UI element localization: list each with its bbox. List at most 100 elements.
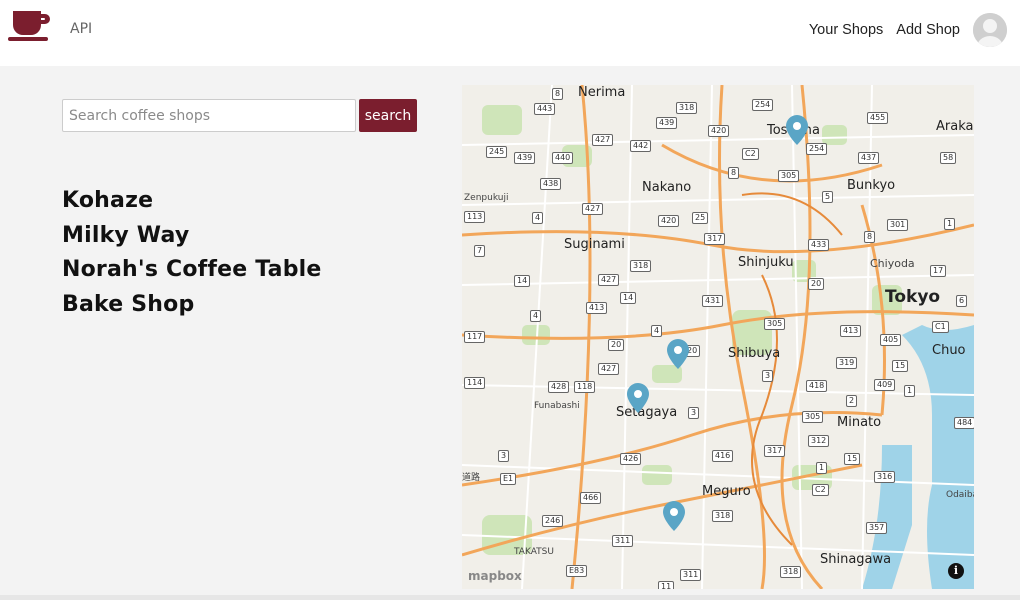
road-shield: 8 [728, 167, 740, 179]
map-label-shinagawa: Shinagawa [820, 552, 892, 567]
road-shield: 409 [874, 379, 896, 391]
shop-item-norahs-coffee-table[interactable]: Norah's Coffee Table [62, 253, 322, 288]
road-shield: 15 [892, 360, 909, 372]
road-shield: 426 [620, 453, 642, 465]
map-label-zenpukuji: Zenpukuji [464, 193, 509, 203]
road-shield: 439 [514, 152, 536, 164]
road-shield: 7 [474, 245, 486, 257]
road-shield: 427 [582, 203, 604, 215]
road-shield: E83 [566, 565, 588, 577]
road-shield: 418 [806, 380, 828, 392]
road-shield: 416 [712, 450, 734, 462]
map-pin-icon[interactable] [662, 501, 686, 533]
road-shield: 4 [651, 325, 663, 337]
avatar[interactable] [973, 13, 1007, 47]
road-shield: 420 [708, 125, 730, 137]
road-shield: 254 [752, 99, 774, 111]
search-button[interactable]: search [359, 99, 417, 132]
road-shield: 440 [552, 152, 574, 164]
map-label-odaiba: Odaiba [946, 490, 974, 500]
road-shield: 305 [802, 411, 824, 423]
map-pin-icon[interactable] [666, 339, 690, 371]
your-shops-link[interactable]: Your Shops [809, 22, 883, 38]
mapbox-logo[interactable]: mapbox [468, 569, 522, 583]
road-shield: 245 [486, 146, 508, 158]
map-label-nakano: Nakano [642, 180, 692, 195]
road-shield: 439 [656, 117, 678, 129]
top-navbar: API Your Shops Add Shop [0, 0, 1020, 66]
road-shield: 3 [498, 450, 510, 462]
road-shield: 433 [808, 239, 830, 251]
road-shield: E1 [500, 473, 517, 485]
map-label-road: 道路 [462, 473, 481, 483]
road-shield: 14 [514, 275, 531, 287]
road-shield: 319 [836, 357, 858, 369]
road-shield: 413 [840, 325, 862, 337]
map-label-shibuya: Shibuya [728, 346, 781, 361]
shop-list: Kohaze Milky Way Norah's Coffee Table Ba… [62, 184, 322, 322]
road-shield: 254 [806, 143, 828, 155]
road-shield: 317 [764, 445, 786, 457]
road-shield: 318 [780, 566, 802, 578]
road-shield: 311 [680, 569, 702, 581]
map-label-bunkyo: Bunkyo [847, 178, 896, 193]
shop-item-bake-shop[interactable]: Bake Shop [62, 288, 322, 323]
road-shield: 20 [608, 339, 625, 351]
road-shield: 318 [712, 510, 734, 522]
road-shield: 305 [764, 318, 786, 330]
road-shield: 58 [940, 152, 957, 164]
road-shield: 118 [574, 381, 596, 393]
road-shield: 427 [598, 363, 620, 375]
road-shield: C2 [742, 148, 759, 160]
road-shield: 438 [540, 178, 562, 190]
road-shield: 305 [778, 170, 800, 182]
road-shield: 4 [532, 212, 544, 224]
api-link[interactable]: API [70, 21, 92, 37]
road-shield: 413 [586, 302, 608, 314]
road-shield: 1 [904, 385, 916, 397]
road-shield: 2 [846, 395, 858, 407]
road-shield: 15 [844, 453, 861, 465]
road-shield: 318 [630, 260, 652, 272]
road-shield: 318 [676, 102, 698, 114]
road-shield: 246 [542, 515, 564, 527]
road-shield: 317 [704, 233, 726, 245]
shop-item-milky-way[interactable]: Milky Way [62, 219, 322, 254]
add-shop-link[interactable]: Add Shop [896, 22, 960, 38]
road-shield: 427 [592, 134, 614, 146]
road-shield: 443 [534, 103, 556, 115]
road-shield: 1 [944, 218, 956, 230]
road-shield: 1 [816, 462, 828, 474]
road-shield: C2 [812, 484, 829, 496]
road-shield: 428 [548, 381, 570, 393]
search-input[interactable] [62, 99, 356, 132]
road-shield: 420 [658, 215, 680, 227]
map-pin-icon[interactable] [626, 383, 650, 415]
map-label-chuo: Chuo [932, 343, 966, 358]
road-shield: 311 [612, 535, 634, 547]
map-label-suginami: Suginami [564, 237, 625, 252]
map-label-meguro: Meguro [702, 484, 751, 499]
road-shield: 484 [954, 417, 974, 429]
road-shield: 5 [822, 191, 834, 203]
shop-item-kohaze[interactable]: Kohaze [62, 184, 322, 219]
map-label-nerima: Nerima [578, 85, 626, 100]
road-shield: 427 [598, 274, 620, 286]
road-shield: 405 [880, 334, 902, 346]
map-label-arakawa: Araka [936, 119, 974, 134]
road-shield: 357 [866, 522, 888, 534]
map-label-tokyo: Tokyo [885, 287, 941, 307]
map-label-minato: Minato [837, 415, 882, 430]
road-shield: 3 [762, 370, 774, 382]
road-shield: 312 [808, 435, 830, 447]
map-label-takatsu: TAKATSU [514, 547, 554, 557]
road-shield: 8 [864, 231, 876, 243]
info-icon[interactable]: i [948, 563, 964, 579]
coffee-cup-logo-icon[interactable] [8, 9, 50, 43]
road-shield: 442 [630, 140, 652, 152]
map[interactable]: Nerima Toshima Araka Nakano Bunkyo Zenpu… [462, 85, 974, 589]
map-pin-icon[interactable] [785, 115, 809, 147]
road-shield: 3 [688, 407, 700, 419]
road-shield: 11 [658, 581, 675, 589]
nav-right: Your Shops Add Shop [809, 13, 1007, 47]
